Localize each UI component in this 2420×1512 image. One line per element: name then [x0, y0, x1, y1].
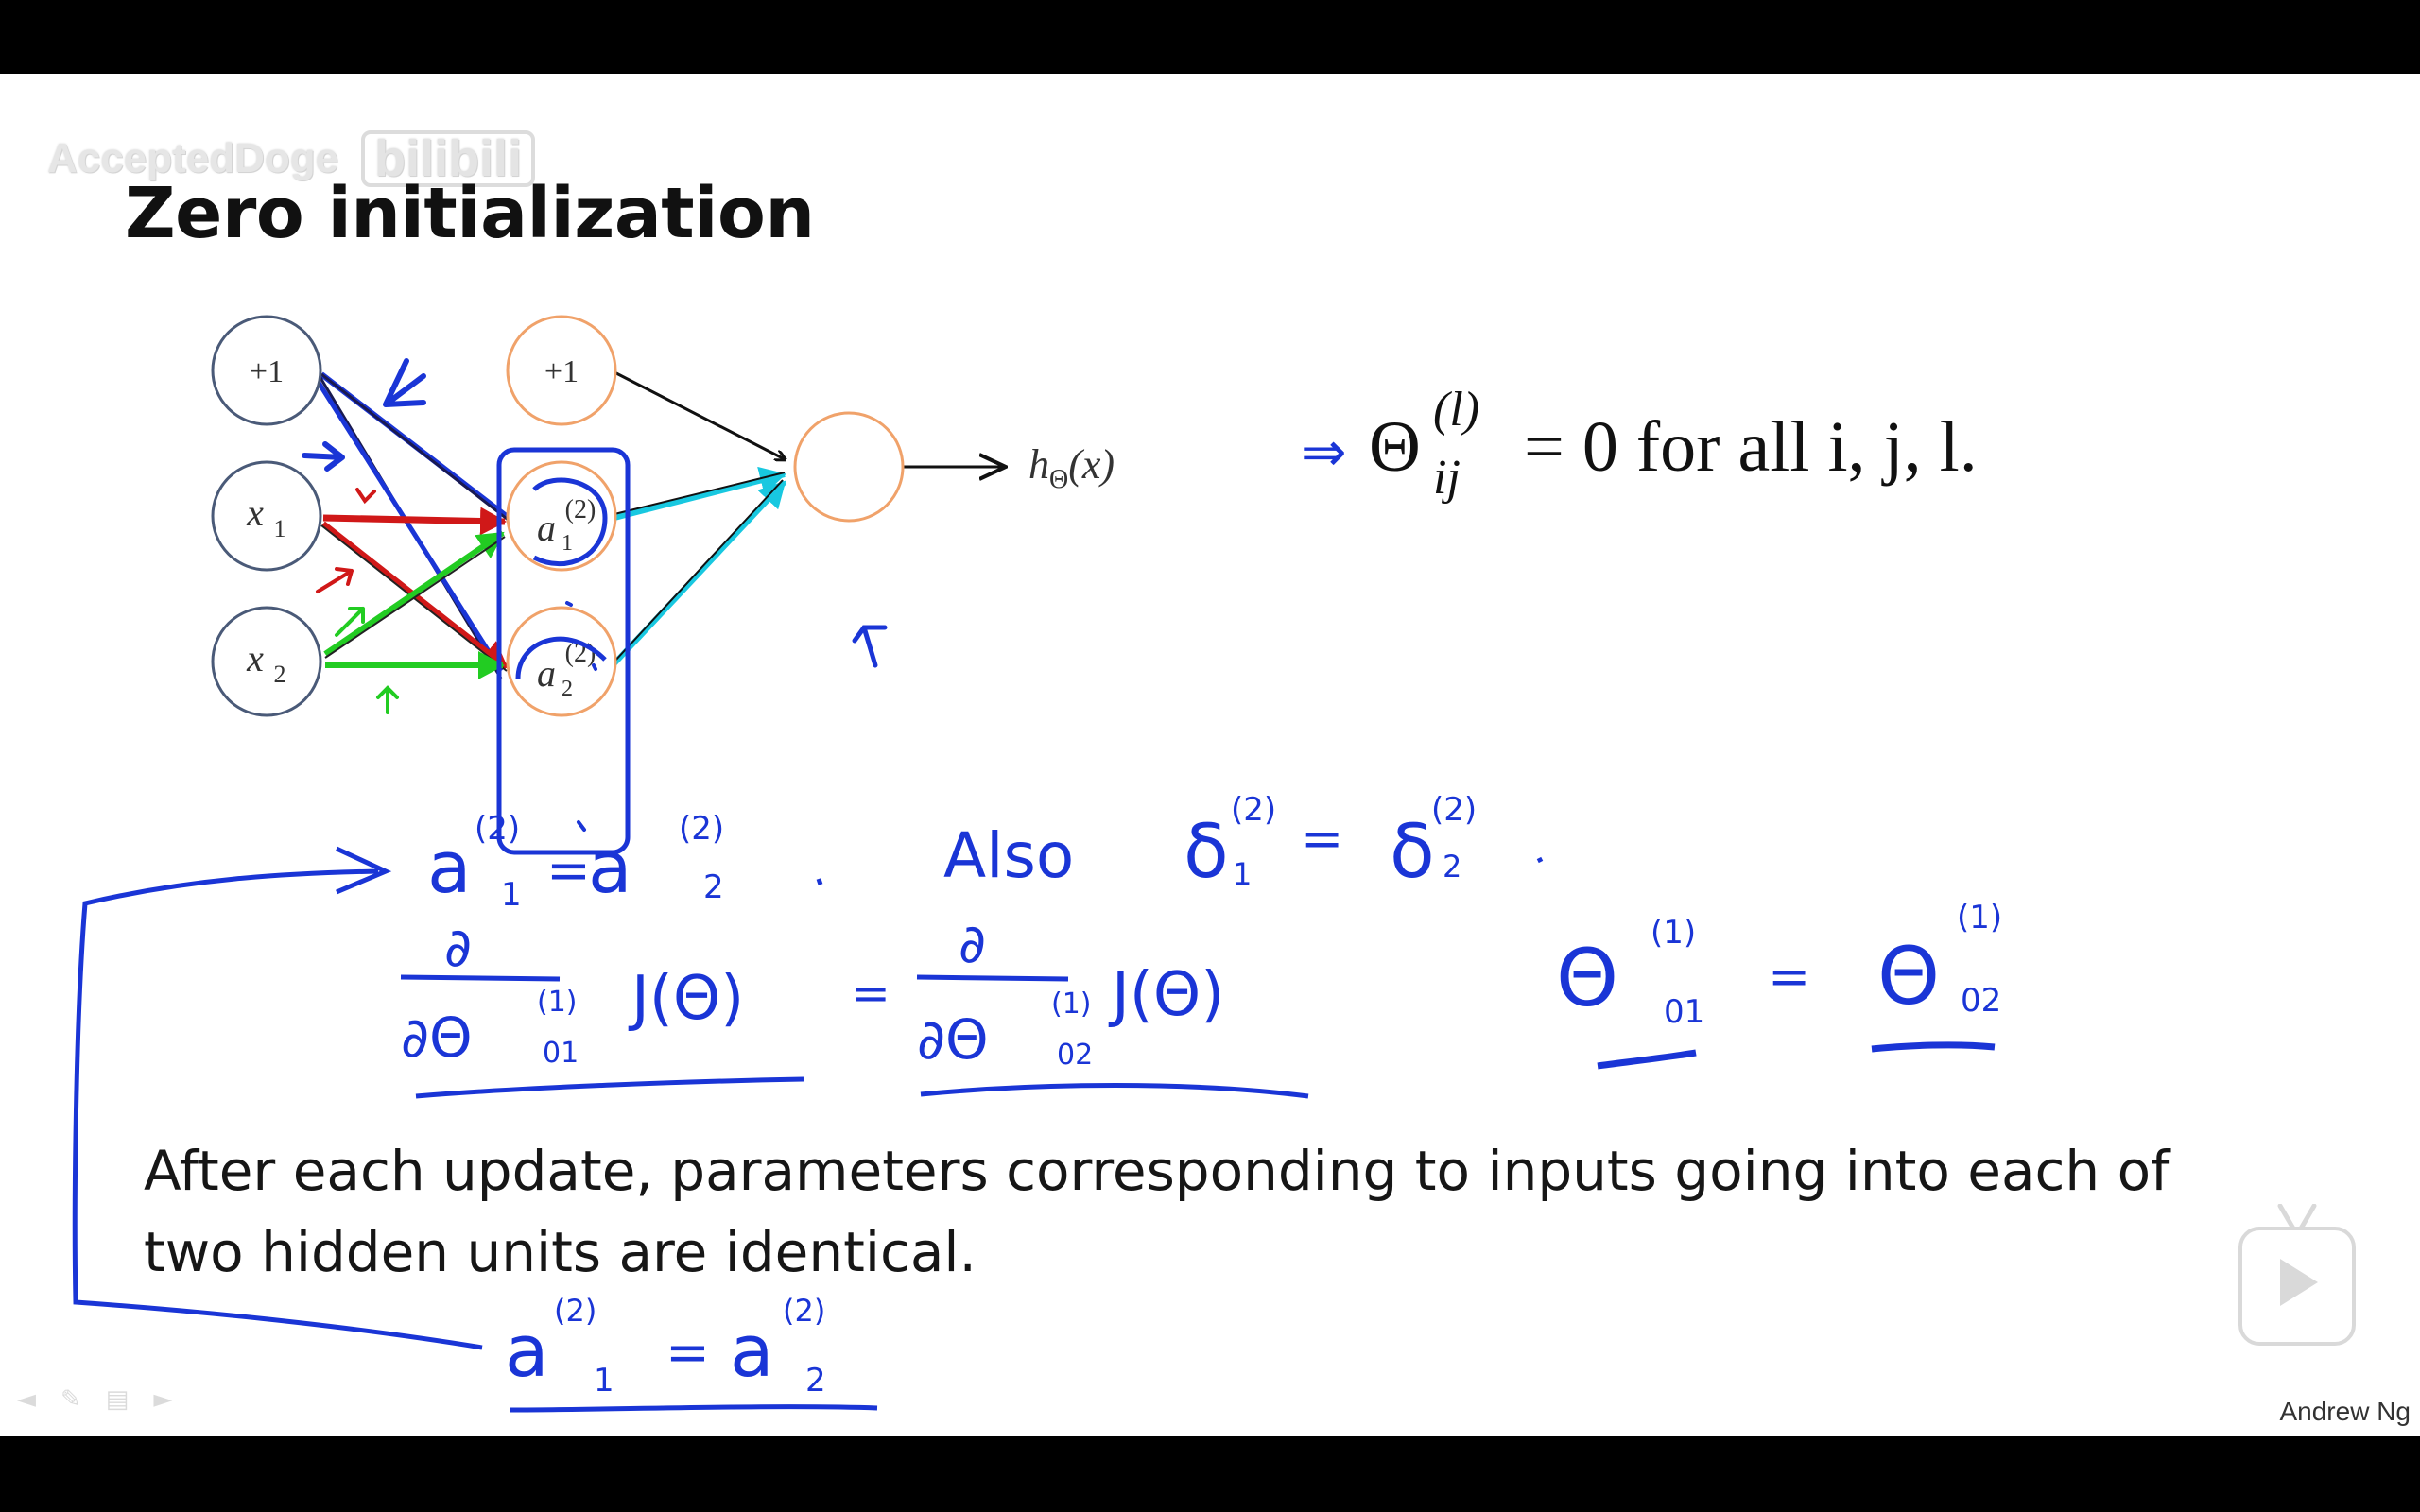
hw-theta-sup-2: (1) — [1957, 899, 2002, 936]
hw-bottom-sub-2: 2 — [805, 1362, 826, 1400]
hw-underline-5 — [510, 1404, 878, 1413]
node-output — [793, 411, 905, 523]
edge-x1-a1 — [322, 507, 507, 536]
node-x1-label: x — [246, 491, 264, 534]
bias-annotation-arrow — [383, 358, 426, 407]
play-button[interactable] — [2238, 1204, 2356, 1346]
node-x1 — [211, 460, 322, 572]
pen-icon[interactable]: ✎ — [60, 1385, 81, 1414]
slide-body-text: After each update, parameters correspond… — [144, 1139, 2170, 1284]
output-label: hΘ(x) — [1028, 441, 1115, 494]
hw-theta-big-2: Θ — [1877, 930, 1940, 1022]
output-annotation-arrow — [852, 625, 888, 668]
hw-partial-den-2: ∂Θ — [917, 1007, 989, 1072]
player-controls: ◄ ✎ ▤ ► — [17, 1385, 172, 1414]
hw-a1-eq-a2-left: a — [427, 825, 472, 909]
hw-den-sup-2: (1) — [1051, 988, 1092, 1021]
hw-eq3: = — [851, 966, 890, 1021]
hidden-edges — [612, 370, 1006, 666]
edge-bias-a1-dark — [320, 372, 511, 524]
menu-icon[interactable]: ▤ — [106, 1385, 130, 1414]
hw-eq2: = — [1301, 809, 1343, 868]
hw-theta-sub-1: 01 — [1664, 993, 1704, 1031]
red-small-arrow-1 — [355, 488, 376, 505]
rewind-icon[interactable]: ◄ — [17, 1385, 36, 1414]
hw-bottom-sub-1: 1 — [594, 1362, 614, 1400]
hw-frac-bar-2 — [916, 974, 1069, 982]
green-small-arrow-2 — [376, 685, 399, 714]
hw-a1-sup: (2) — [475, 810, 520, 848]
handwriting: a (2) 1 = a (2) 2 Also δ (2) 1 = δ (2) 2… — [72, 791, 2002, 1413]
hw-bottom-sup-2: (2) — [783, 1293, 825, 1329]
hw-j-theta-2: J(Θ) — [1108, 960, 1224, 1030]
node-a1-sub: 1 — [562, 531, 573, 556]
hw-a1-sub: 1 — [501, 876, 522, 914]
hw-a2-sup: (2) — [679, 810, 724, 848]
node-x2-sub: 2 — [274, 661, 286, 688]
input-edges — [313, 371, 511, 679]
edge-hbias-out — [614, 370, 785, 459]
hw-theta-sub-2: 02 — [1961, 982, 2001, 1020]
node-a2-sub: 2 — [562, 677, 573, 701]
hw-underline-3 — [1597, 1049, 1697, 1070]
hw-theta-sup-1: (1) — [1651, 914, 1696, 952]
hw-also: Also — [943, 819, 1074, 892]
hw-j-theta-1: J(Θ) — [628, 964, 744, 1034]
slide-frame: AcceptedDoge bilibili Zero initializatio… — [0, 74, 2420, 1436]
hw-underline-1 — [415, 1076, 804, 1099]
hw-theta-big-1: Θ — [1556, 932, 1618, 1024]
hw-delta2: δ — [1390, 810, 1435, 895]
x1-blue-arrow — [302, 441, 345, 472]
node-a1-label: a — [537, 507, 556, 549]
hw-bottom-eq: = — [666, 1322, 710, 1383]
hw-den-sub-2: 02 — [1057, 1039, 1093, 1072]
formula-theta: Θ — [1369, 407, 1421, 487]
formula-arrow: ⇒ — [1301, 420, 1347, 484]
formula-sup: (l) — [1433, 383, 1479, 437]
hw-a2-right: a — [588, 825, 632, 909]
forward-icon[interactable]: ► — [153, 1385, 172, 1414]
formula-rest: = 0 for all i, j, l. — [1524, 407, 1978, 487]
hw-delta2-sub: 2 — [1443, 849, 1461, 885]
hw-partial-den-1: ∂Θ — [401, 1005, 473, 1070]
hw-delta1: δ — [1184, 810, 1229, 895]
hw-frac-bar-1 — [400, 974, 561, 982]
red-small-arrow-2 — [316, 567, 354, 593]
hw-a2-sub: 2 — [703, 868, 724, 906]
hw-bottom-sup-1: (2) — [554, 1293, 596, 1329]
hw-delta1-sup: (2) — [1231, 791, 1276, 829]
hw-den-sub-1: 01 — [543, 1037, 579, 1070]
node-hidden-bias-label: +1 — [544, 354, 579, 389]
hw-partial-num-2: ∂ — [959, 914, 986, 975]
hw-delta2-sup: (2) — [1431, 791, 1477, 829]
hw-eq1: = — [546, 840, 591, 902]
node-a2-label: a — [537, 652, 556, 695]
hw-bottom-a2: a — [730, 1309, 774, 1393]
formula-sub: ij — [1433, 451, 1461, 505]
input-layer: +1 x 1 x 2 — [211, 315, 322, 717]
hw-eq4: = — [1768, 947, 1810, 1006]
node-input-bias-label: +1 — [250, 354, 284, 389]
author-credit: Andrew Ng — [2279, 1397, 2411, 1426]
play-icon — [2280, 1259, 2318, 1306]
hw-delta1-sub: 1 — [1233, 856, 1252, 892]
hidden-layer: +1 a (2) 1 a (2) 2 — [496, 315, 631, 855]
node-a1-sup: (2) — [565, 495, 596, 524]
hw-underline-2 — [920, 1083, 1309, 1099]
hw-partial-num-1: ∂ — [444, 918, 472, 979]
hw-den-sup-1: (1) — [537, 986, 578, 1019]
node-x2 — [211, 606, 322, 717]
node-x2-label: x — [246, 637, 264, 679]
hw-underline-4 — [1871, 1041, 1996, 1053]
hw-bottom-a1: a — [505, 1309, 549, 1393]
zero-init-formula: ⇒ Θ (l) ij = 0 for all i, j, l. — [1301, 383, 1978, 505]
node-x1-sub: 1 — [274, 515, 286, 542]
